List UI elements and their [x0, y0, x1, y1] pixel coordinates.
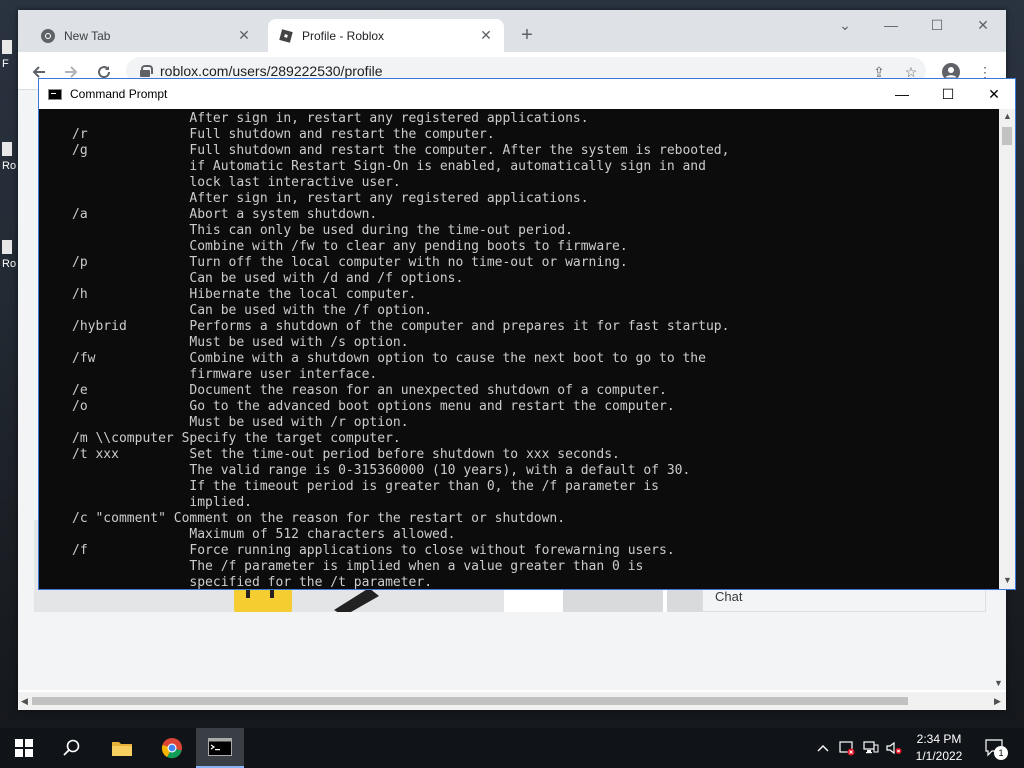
console-line: Combine with /fw to clear any pending bo… — [72, 239, 628, 254]
horizontal-scrollbar[interactable]: ◀ ▶ — [18, 692, 1006, 710]
console-line: The /f parameter is implied when a value… — [72, 559, 644, 574]
file-icon — [2, 40, 12, 54]
maximize-button[interactable]: ☐ — [914, 10, 960, 40]
cmd-icon — [48, 88, 62, 100]
tab-title: New Tab — [64, 28, 111, 43]
console-line: /f Force running applications to close w… — [72, 543, 675, 558]
file-icon — [2, 142, 12, 156]
minimize-button[interactable]: — — [868, 10, 914, 40]
lock-icon — [140, 65, 153, 77]
cmd-title: Command Prompt — [70, 87, 168, 101]
console-line: After sign in, restart any registered ap… — [72, 111, 589, 126]
console-line: firmware user interface. — [72, 367, 378, 382]
desktop-shortcut-label: Ro — [2, 160, 17, 172]
cmd-vertical-scrollbar[interactable]: ▲ ▼ — [999, 109, 1015, 589]
desktop-shortcut-label: F — [2, 58, 9, 70]
console-line: /e Document the reason for an unexpected… — [72, 383, 667, 398]
network-icon[interactable] — [860, 728, 882, 768]
cmd-maximize-button[interactable]: ☐ — [925, 79, 971, 109]
console-line: specified for the /t parameter. — [72, 575, 433, 589]
folder-icon — [112, 742, 132, 756]
console-line: The valid range is 0-315360000 (10 years… — [72, 463, 691, 478]
notification-count-badge: 1 — [994, 746, 1008, 760]
scroll-down-arrow[interactable]: ▼ — [994, 678, 1003, 688]
tab-profile-roblox[interactable]: Profile - Roblox ✕ — [268, 19, 504, 52]
start-button[interactable] — [0, 728, 48, 768]
console-output[interactable]: After sign in, restart any registered ap… — [39, 109, 999, 589]
notifications-button[interactable]: 1 — [980, 728, 1010, 768]
desktop-shortcut[interactable]: Ro — [2, 142, 16, 172]
chat-label: Chat — [715, 588, 743, 604]
console-line: /c "comment" Comment on the reason for t… — [72, 511, 566, 526]
search-button[interactable] — [48, 728, 96, 768]
console-line: /m \\computer Specify the target compute… — [72, 431, 401, 446]
clock-date: 1/1/2022 — [915, 749, 963, 763]
taskbar: 2:34 PM 1/1/2022 1 — [0, 728, 1024, 768]
console-line: /t xxx Set the time-out period before sh… — [72, 447, 620, 462]
scroll-right-arrow[interactable]: ▶ — [994, 696, 1001, 707]
cmd-icon — [208, 738, 232, 756]
clock-time: 2:34 PM — [916, 732, 962, 746]
search-icon — [63, 739, 80, 756]
tab-strip: New Tab ✕ Profile - Roblox ✕ + ⌄ — ☐ ✕ — [18, 10, 1006, 52]
console-line: Can be used with the /f option. — [72, 303, 433, 318]
file-icon — [2, 240, 12, 254]
console-line: Must be used with /r option. — [72, 415, 409, 430]
console-line: If the timeout period is greater than 0,… — [72, 479, 659, 494]
console-line: Maximum of 512 characters allowed. — [72, 527, 456, 542]
roblox-icon — [278, 28, 294, 44]
show-hidden-icons-chevron[interactable] — [812, 728, 834, 768]
console-line: This can only be used during the time-ou… — [72, 223, 573, 238]
console-line: /p Turn off the local computer with no t… — [72, 255, 628, 270]
close-tab-icon[interactable]: ✕ — [236, 27, 252, 44]
cmd-taskbar-button[interactable] — [196, 728, 244, 768]
file-explorer-button[interactable] — [98, 728, 146, 768]
chrome-taskbar-button[interactable] — [148, 728, 196, 768]
desktop-shortcut[interactable]: F — [2, 40, 12, 70]
scrollbar-thumb[interactable] — [1002, 127, 1012, 145]
cmd-close-button[interactable]: ✕ — [971, 79, 1017, 109]
chrome-icon — [40, 28, 56, 44]
address-text: roblox.com/users/289222530/profile — [160, 63, 383, 79]
cmd-minimize-button[interactable]: — — [879, 79, 925, 109]
tab-title: Profile - Roblox — [302, 28, 385, 43]
console-line: /a Abort a system shutdown. — [72, 207, 378, 222]
console-line: if Automatic Restart Sign-On is enabled,… — [72, 159, 706, 174]
chrome-icon — [161, 738, 182, 759]
security-alert-icon[interactable] — [836, 728, 858, 768]
console-line: /r Full shutdown and restart the compute… — [72, 127, 495, 142]
scrollbar-thumb[interactable] — [32, 697, 908, 705]
tab-search-icon[interactable]: ⌄ — [822, 10, 868, 40]
console-line: implied. — [72, 495, 253, 510]
console-line: /g Full shutdown and restart the compute… — [72, 143, 730, 158]
volume-muted-icon[interactable] — [884, 728, 904, 768]
console-line: /h Hibernate the local computer. — [72, 287, 417, 302]
console-line: Must be used with /s option. — [72, 335, 409, 350]
desktop-shortcut[interactable]: Ro — [2, 240, 16, 270]
console-line: After sign in, restart any registered ap… — [72, 191, 589, 206]
cmd-title-bar[interactable]: Command Prompt — ☐ ✕ — [39, 79, 1015, 109]
console-line: Can be used with /d and /f options. — [72, 271, 464, 286]
new-tab-button[interactable]: + — [516, 24, 538, 46]
scroll-left-arrow[interactable]: ◀ — [21, 696, 28, 707]
command-prompt-window: Command Prompt — ☐ ✕ After sign in, rest… — [38, 78, 1016, 590]
tab-new-tab[interactable]: New Tab ✕ — [30, 19, 262, 52]
console-line: /o Go to the advanced boot options menu … — [72, 399, 675, 414]
system-clock[interactable]: 2:34 PM 1/1/2022 — [904, 731, 974, 765]
windows-logo-icon — [15, 739, 33, 757]
close-button[interactable]: ✕ — [960, 10, 1006, 40]
console-line: /hybrid Performs a shutdown of the compu… — [72, 319, 730, 334]
desktop-shortcut-label: Ro — [2, 258, 17, 270]
close-tab-icon[interactable]: ✕ — [478, 27, 494, 44]
scroll-up-arrow[interactable]: ▲ — [1003, 111, 1012, 121]
console-line: lock last interactive user. — [72, 175, 401, 190]
console-line: /fw Combine with a shutdown option to ca… — [72, 351, 706, 366]
scroll-down-arrow[interactable]: ▼ — [1003, 575, 1012, 585]
